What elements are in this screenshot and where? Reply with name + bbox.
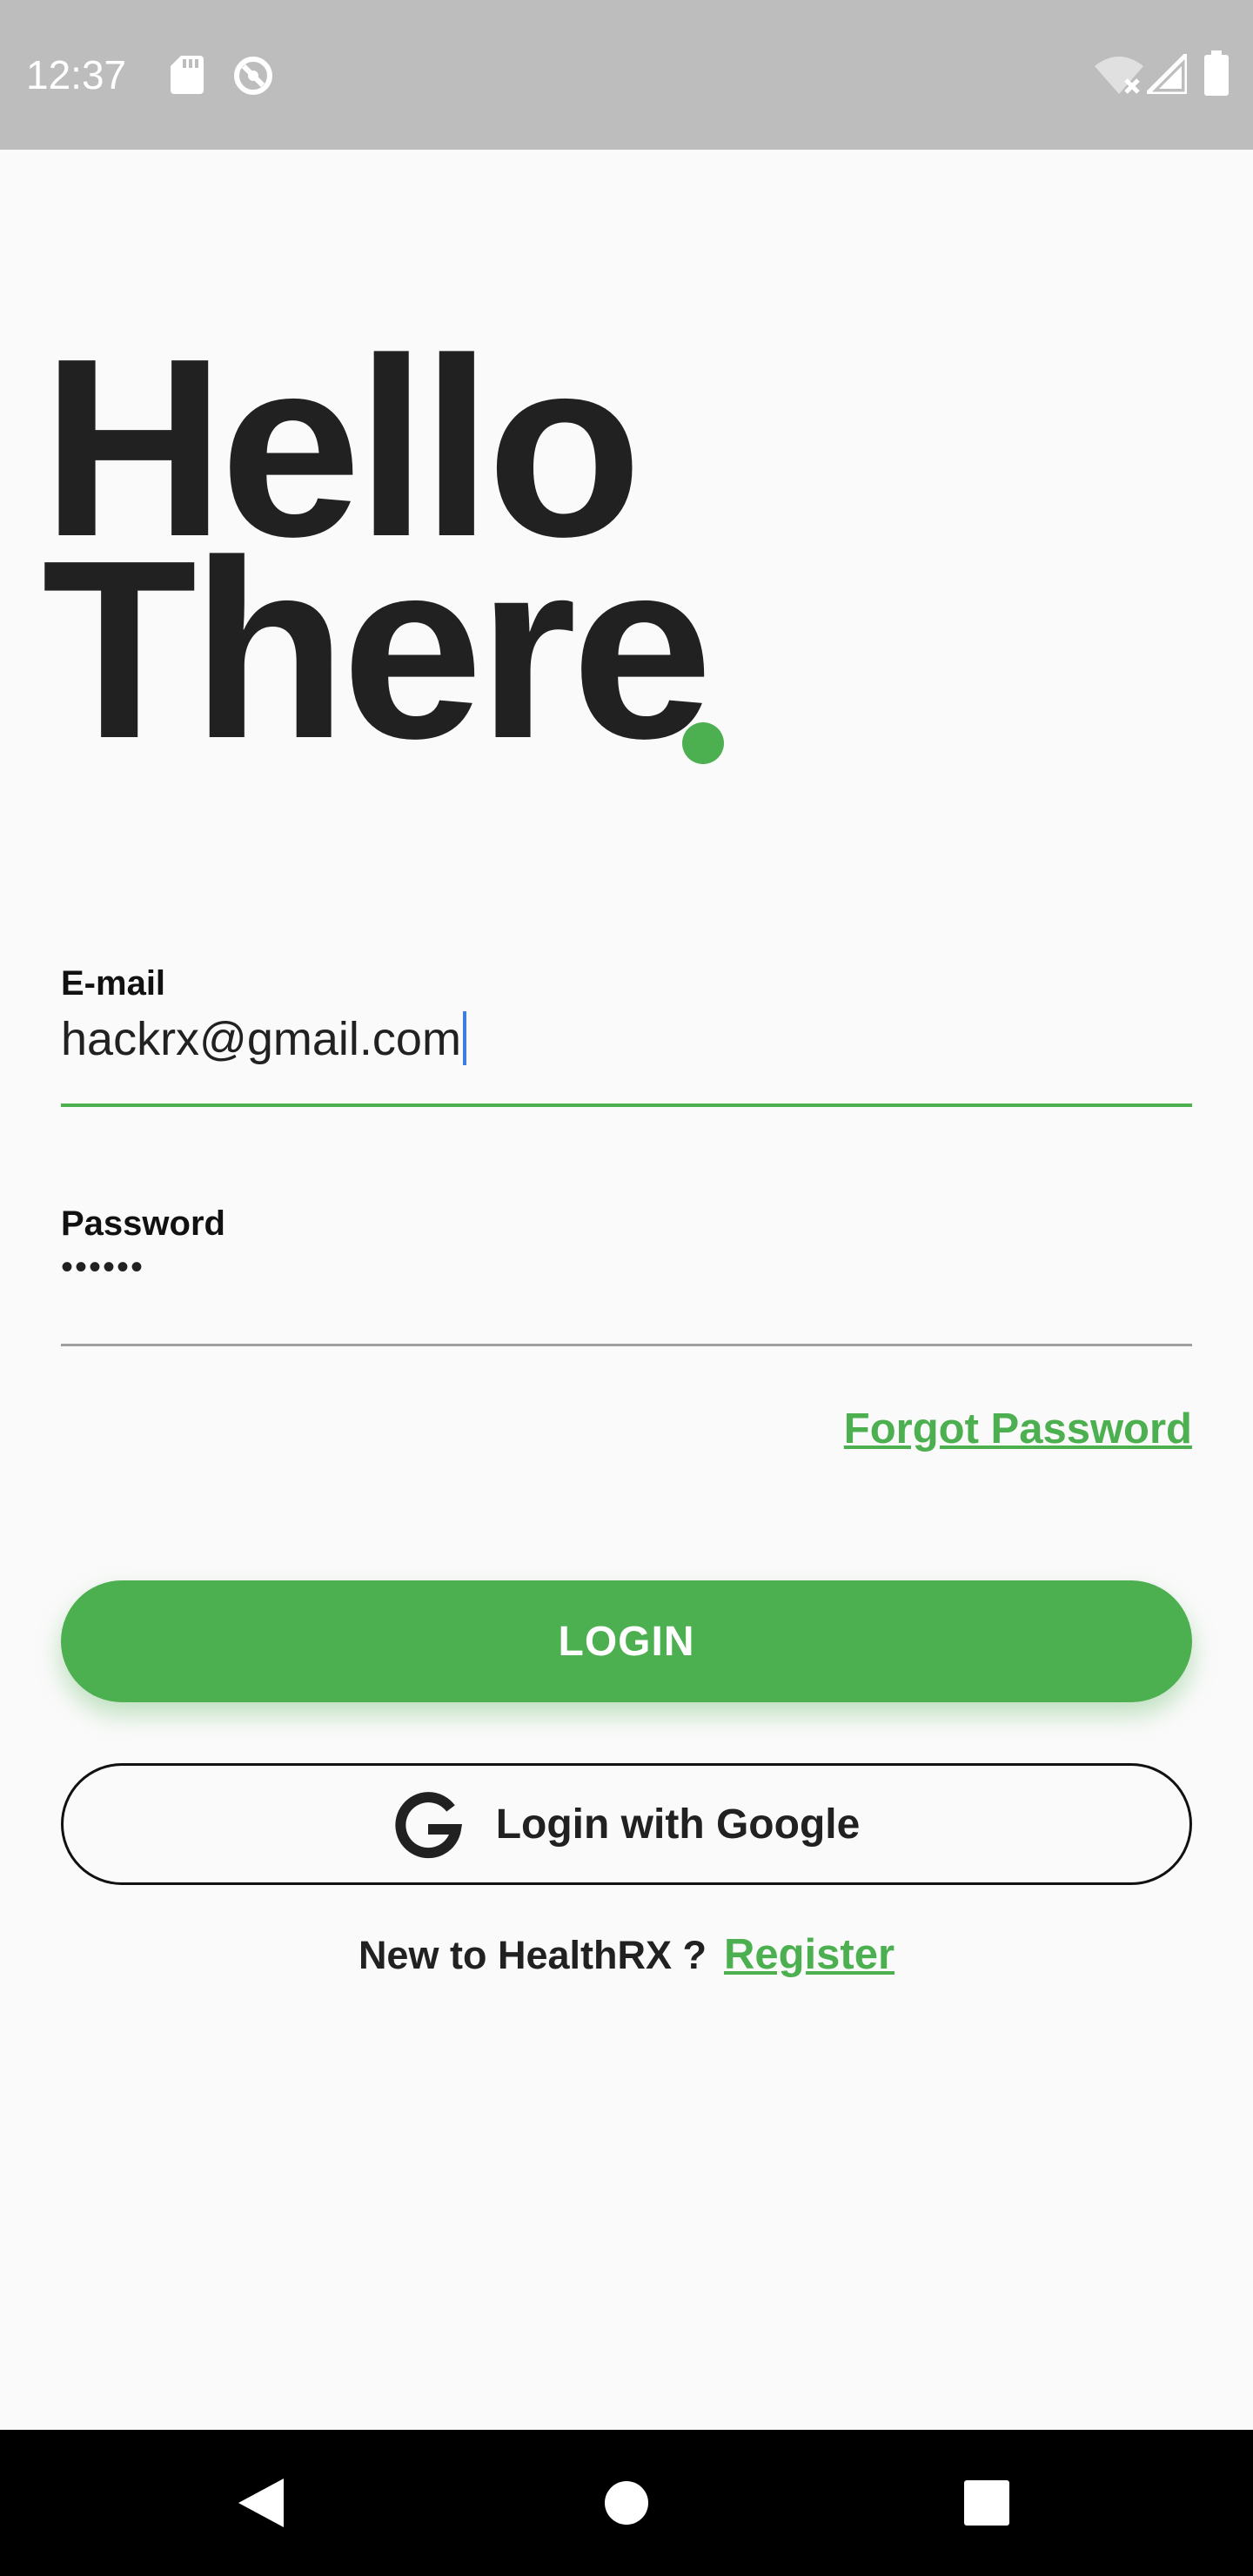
email-value: hackrx@gmail.com	[61, 1013, 461, 1065]
sync-icon	[234, 57, 272, 95]
text-cursor	[462, 1011, 466, 1065]
email-underline	[61, 1104, 1192, 1107]
navigation-bar	[0, 2430, 1253, 2576]
login-button-label: LOGIN	[558, 1618, 695, 1665]
google-g-icon	[395, 1792, 462, 1859]
back-icon[interactable]	[235, 2475, 287, 2531]
recents-icon[interactable]	[964, 2480, 1009, 2526]
google-login-label: Login with Google	[495, 1801, 861, 1848]
home-icon[interactable]	[604, 2480, 649, 2526]
register-prompt: New to HealthRX ?	[358, 1933, 707, 1977]
login-button[interactable]: LOGIN	[61, 1580, 1192, 1702]
register-link[interactable]: Register	[724, 1930, 895, 1979]
battery-icon	[1204, 50, 1229, 96]
wifi-off-icon	[1095, 57, 1143, 94]
login-screen: 12:37 Hello There E-mail hackrx@gmail.co…	[0, 0, 1253, 2576]
password-underline	[61, 1344, 1192, 1346]
greeting-line-2: There	[42, 507, 713, 791]
email-input[interactable]: hackrx@gmail.com	[61, 1011, 466, 1066]
password-input[interactable]: ••••••	[61, 1248, 144, 1287]
email-label: E-mail	[61, 964, 166, 1003]
forgot-password-link[interactable]: Forgot Password	[844, 1405, 1192, 1453]
register-row: New to HealthRX ? Register	[0, 1930, 1253, 1979]
signal-icon	[1147, 54, 1187, 94]
greeting-heading: Hello There	[42, 320, 713, 791]
status-bar: 12:37	[0, 0, 1253, 150]
accent-dot	[682, 722, 724, 764]
status-time: 12:37	[26, 52, 127, 97]
sd-card-icon	[171, 56, 204, 94]
google-login-button[interactable]: Login with Google	[61, 1763, 1192, 1885]
password-label: Password	[61, 1204, 225, 1243]
